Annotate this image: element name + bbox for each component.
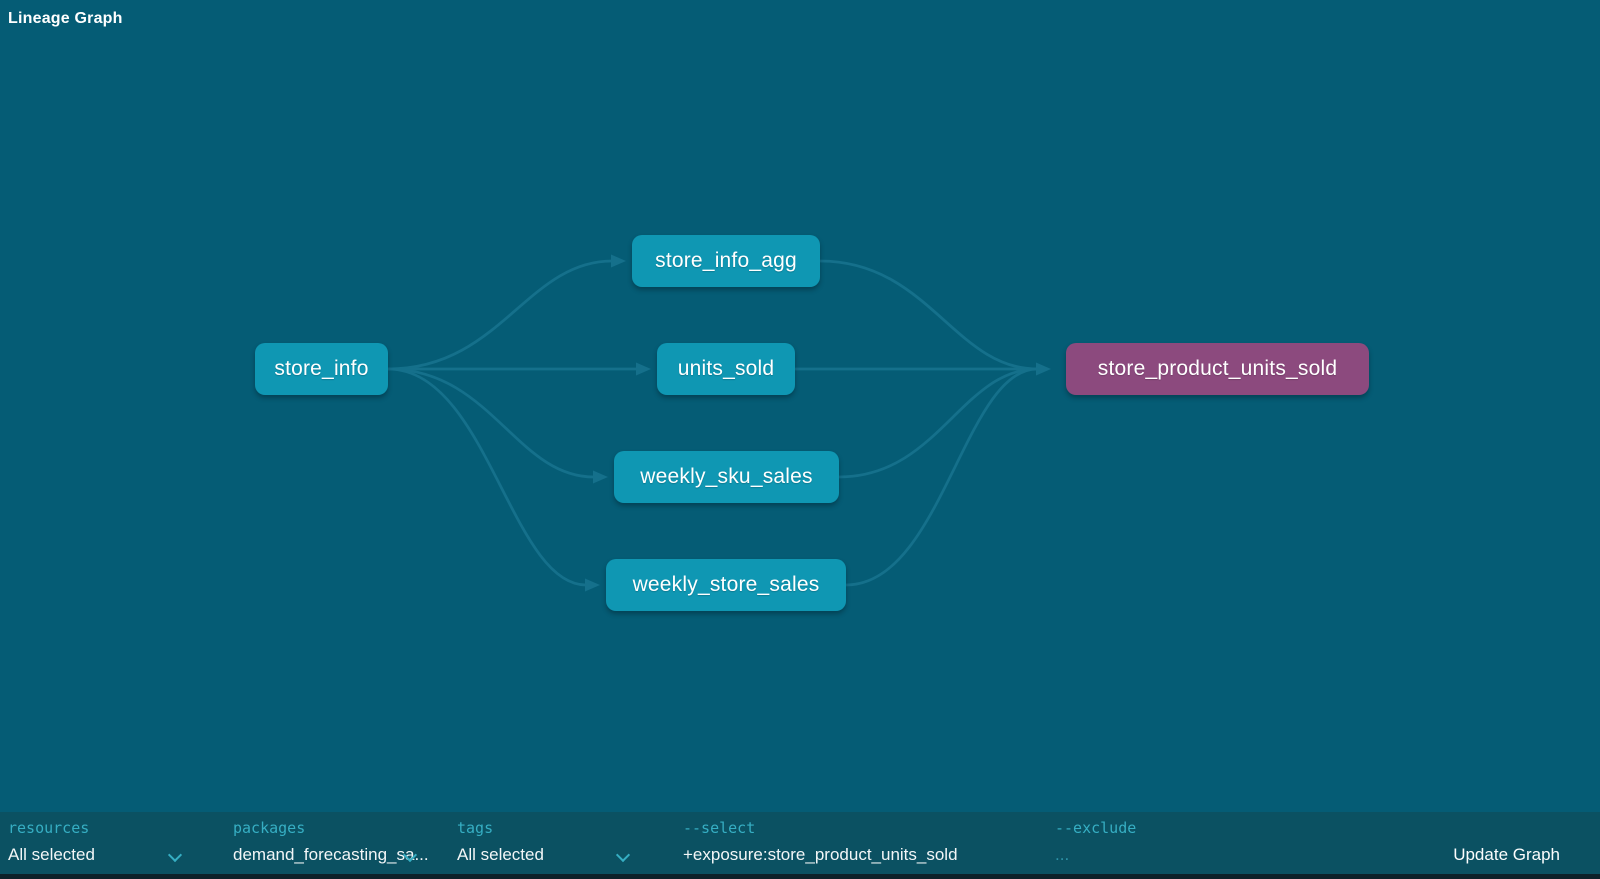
filter-packages: packages demand_forecasting_sa... bbox=[233, 812, 457, 874]
tags-label: tags bbox=[457, 819, 493, 837]
edge-weekly_sku_sales-to-store_product_units_sold bbox=[839, 369, 1037, 477]
arrowhead-icon bbox=[585, 579, 600, 592]
edge-store_info_agg-to-store_product_units_sold bbox=[820, 261, 1037, 369]
update-graph-button[interactable]: Update Graph bbox=[1453, 845, 1560, 865]
graph-node-weekly_sku_sales[interactable]: weekly_sku_sales bbox=[614, 451, 839, 503]
lineage-canvas[interactable]: Lineage Graph store_info store_info_aggun… bbox=[0, 0, 1600, 812]
arrowhead-icon bbox=[593, 471, 608, 484]
chevron-down-icon[interactable] bbox=[405, 850, 416, 861]
packages-label: packages bbox=[233, 819, 305, 837]
graph-node-store_product_units_sold[interactable]: store_product_units_sold bbox=[1066, 343, 1369, 395]
chevron-down-icon[interactable] bbox=[170, 850, 181, 861]
exclude-input[interactable]: ... bbox=[1055, 845, 1069, 865]
chevron-down-icon[interactable] bbox=[618, 850, 629, 861]
arrowhead-icon bbox=[636, 363, 651, 376]
edge-weekly_store_sales-to-store_product_units_sold bbox=[846, 369, 1037, 585]
lineage-edges bbox=[0, 0, 1600, 812]
select-input[interactable]: +exposure:store_product_units_sold bbox=[683, 845, 958, 865]
edge-store_info-to-weekly_sku_sales bbox=[388, 369, 594, 477]
graph-toolbar: resources All selected packages demand_f… bbox=[0, 812, 1600, 874]
filter-exclude: --exclude ... bbox=[1055, 812, 1355, 874]
graph-node-weekly_store_sales[interactable]: weekly_store_sales bbox=[606, 559, 846, 611]
exclude-label: --exclude bbox=[1055, 819, 1136, 837]
tags-dropdown[interactable]: All selected bbox=[457, 845, 544, 865]
packages-dropdown[interactable]: demand_forecasting_sa... bbox=[233, 845, 429, 865]
graph-node-store_info_agg[interactable]: store_info_agg bbox=[632, 235, 820, 287]
graph-node-units_sold[interactable]: units_sold bbox=[657, 343, 795, 395]
select-label: --select bbox=[683, 819, 755, 837]
lineage-app: Lineage Graph store_info store_info_aggun… bbox=[0, 0, 1600, 879]
page-title: Lineage Graph bbox=[8, 10, 123, 28]
arrowhead-icon bbox=[611, 255, 626, 268]
resources-dropdown[interactable]: All selected bbox=[8, 845, 95, 865]
filter-select: --select +exposure:store_product_units_s… bbox=[683, 812, 1055, 874]
filter-tags: tags All selected bbox=[457, 812, 683, 874]
resources-label: resources bbox=[8, 819, 89, 837]
bottom-strip bbox=[0, 874, 1600, 879]
edge-store_info-to-store_info_agg bbox=[388, 261, 612, 369]
edge-store_info-to-weekly_store_sales bbox=[388, 369, 586, 585]
graph-node-store_info[interactable]: store_info bbox=[255, 343, 388, 395]
filter-resources: resources All selected bbox=[8, 812, 233, 874]
